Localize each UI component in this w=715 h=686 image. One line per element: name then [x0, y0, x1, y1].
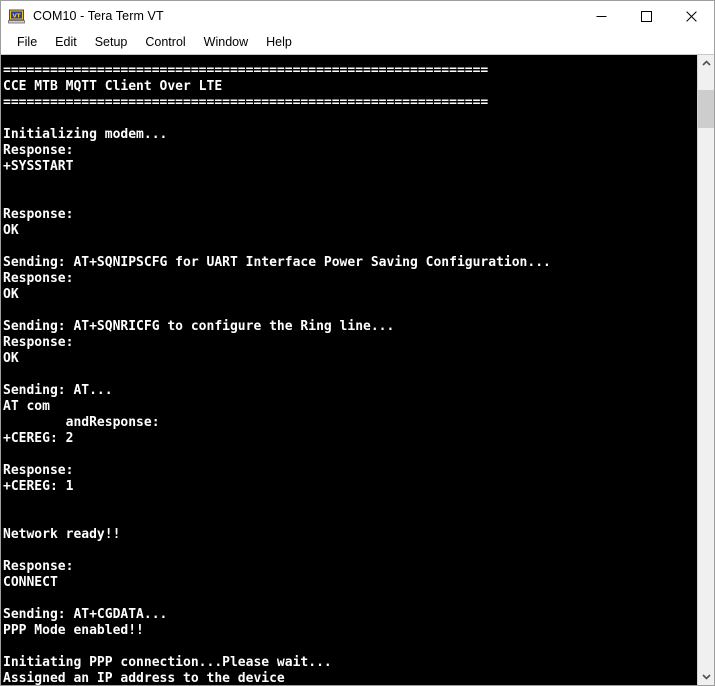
- terminal-line: ========================================…: [3, 63, 489, 78]
- terminal-line: CCE MTB MQTT Client Over LTE: [3, 79, 223, 94]
- terminal-line: Network ready!!: [3, 527, 121, 542]
- scroll-track[interactable]: [698, 72, 714, 668]
- terminal-line: +SYSSTART: [3, 159, 74, 174]
- tera-term-vt-icon: VT: [8, 8, 25, 25]
- window-title: COM10 - Tera Term VT: [33, 9, 164, 23]
- terminal-line: OK: [3, 287, 19, 302]
- terminal-line: +CEREG: 1: [3, 479, 74, 494]
- terminal-line: PPP Mode enabled!!: [3, 623, 144, 638]
- minimize-icon: [596, 15, 607, 17]
- close-icon: [686, 10, 697, 22]
- terminal-line: Initiating PPP connection...Please wait.…: [3, 655, 332, 670]
- menu-item-file[interactable]: File: [8, 34, 46, 52]
- chevron-down-icon: [701, 674, 711, 680]
- terminal-line: OK: [3, 223, 19, 238]
- scroll-up-button[interactable]: [698, 55, 714, 72]
- terminal-area: ========================================…: [1, 55, 714, 685]
- menu-item-help[interactable]: Help: [257, 34, 301, 52]
- terminal-line: AT com: [3, 399, 50, 414]
- terminal-line: Assigned an IP address to the device: [3, 671, 285, 685]
- terminal-line: Response:: [3, 143, 74, 158]
- chevron-up-icon: [701, 60, 711, 66]
- menu-item-edit[interactable]: Edit: [46, 34, 86, 52]
- menu-item-control[interactable]: Control: [136, 34, 194, 52]
- menu-item-setup[interactable]: Setup: [86, 34, 137, 52]
- terminal-output[interactable]: ========================================…: [1, 55, 697, 685]
- terminal-line: ========================================…: [3, 95, 489, 110]
- terminal-line: Response:: [3, 463, 74, 478]
- terminal-line: Response:: [3, 335, 74, 350]
- title-bar: VT COM10 - Tera Term VT: [1, 1, 714, 31]
- terminal-line: CONNECT: [3, 575, 58, 590]
- scroll-thumb[interactable]: [698, 90, 714, 128]
- window-controls: [579, 1, 714, 31]
- terminal-line: Sending: AT...: [3, 383, 113, 398]
- terminal-line: Response:: [3, 207, 74, 222]
- minimize-button[interactable]: [579, 1, 624, 31]
- terminal-line: Sending: AT+CGDATA...: [3, 607, 168, 622]
- terminal-line: Response:: [3, 559, 74, 574]
- terminal-line: Sending: AT+SQNIPSCFG for UART Interface…: [3, 255, 551, 270]
- maximize-icon: [641, 10, 652, 22]
- vertical-scrollbar[interactable]: [697, 55, 714, 685]
- svg-text:VT: VT: [12, 13, 20, 19]
- menu-bar: File Edit Setup Control Window Help: [1, 31, 714, 55]
- tera-term-window: VT COM10 - Tera Term VT File Edit Setup …: [0, 0, 715, 686]
- terminal-line: andResponse:: [3, 415, 160, 430]
- close-button[interactable]: [669, 1, 714, 31]
- terminal-line: Response:: [3, 271, 74, 286]
- terminal-line: Initializing modem...: [3, 127, 168, 142]
- terminal-line: OK: [3, 351, 19, 366]
- scroll-down-button[interactable]: [698, 668, 714, 685]
- maximize-button[interactable]: [624, 1, 669, 31]
- menu-item-window[interactable]: Window: [195, 34, 257, 52]
- terminal-line: Sending: AT+SQNRICFG to configure the Ri…: [3, 319, 395, 334]
- terminal-line: +CEREG: 2: [3, 431, 74, 446]
